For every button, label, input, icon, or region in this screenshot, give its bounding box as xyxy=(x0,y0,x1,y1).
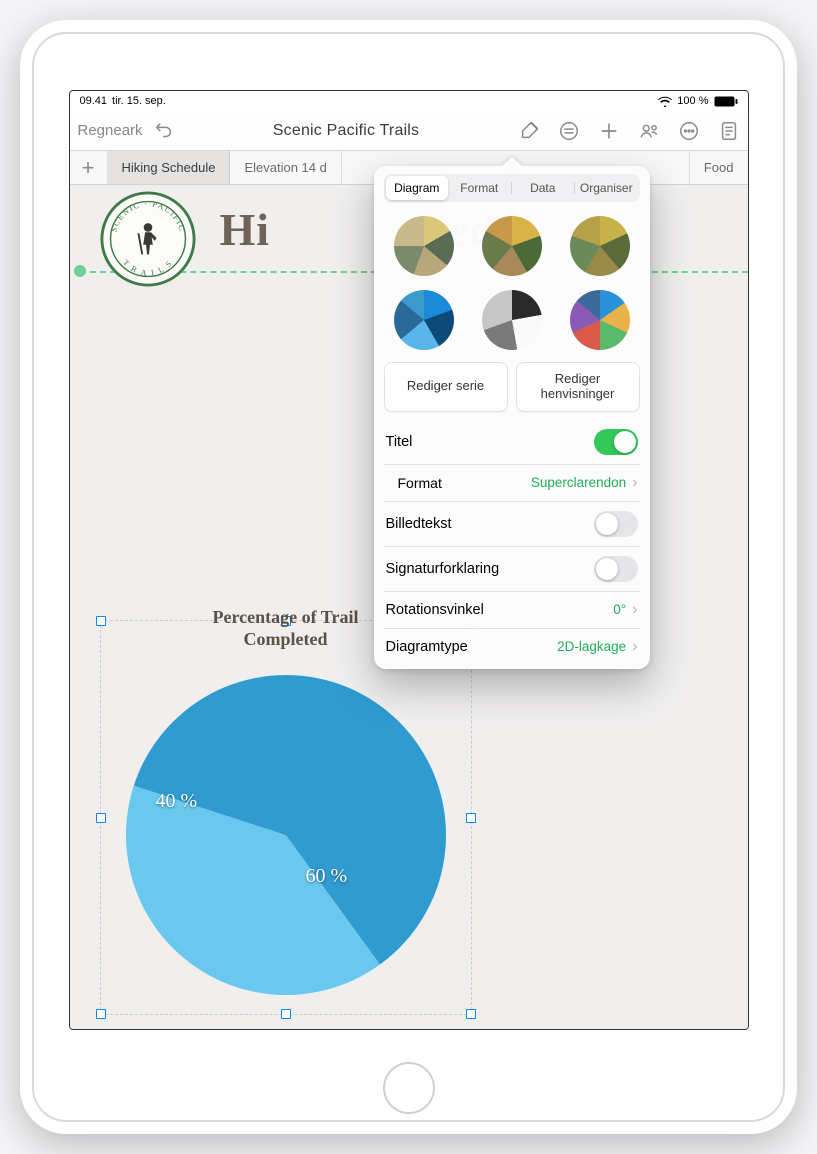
popover-arrow xyxy=(501,157,523,167)
chart-title: Percentage of Trail Completed xyxy=(186,607,386,650)
segment-diagram[interactable]: Diagram xyxy=(386,176,449,200)
undo-icon[interactable] xyxy=(153,120,175,142)
segment-organiser[interactable]: Organiser xyxy=(575,176,638,200)
chevron-right-icon: › xyxy=(632,638,637,656)
chevron-right-icon: › xyxy=(632,474,637,492)
pie-slice-label-1: 60 % xyxy=(306,865,348,888)
segment-format[interactable]: Format xyxy=(448,176,511,200)
pie-body[interactable]: 40 % 60 % xyxy=(126,675,446,995)
document-title[interactable]: Scenic Pacific Trails xyxy=(183,122,510,140)
resize-handle[interactable] xyxy=(466,813,476,823)
chevron-right-icon: › xyxy=(632,601,637,619)
row-charttype-label: Diagramtype xyxy=(386,639,468,655)
caption-switch[interactable] xyxy=(594,511,638,537)
row-caption-label: Billedtekst xyxy=(386,516,452,532)
chart-style-5[interactable] xyxy=(482,290,542,350)
legend-switch[interactable] xyxy=(594,556,638,582)
add-sheet-button[interactable]: + xyxy=(70,151,108,184)
trail-logo: SCENIC · PACIFIC T R A I L S xyxy=(100,191,196,287)
row-rotation[interactable]: Rotationsvinkel 0° › xyxy=(384,591,640,628)
edit-references-button[interactable]: Rediger henvisninger xyxy=(516,362,640,412)
diagram-settings-list: Titel Format Superclarendon › Billedteks… xyxy=(384,420,640,665)
row-format[interactable]: Format Superclarendon › xyxy=(384,464,640,501)
add-icon[interactable] xyxy=(598,120,620,142)
sheet-tab-2[interactable]: Food xyxy=(689,151,748,184)
app-toolbar: Regneark Scenic Pacific Trails xyxy=(70,111,748,151)
alignment-guide-handle[interactable] xyxy=(74,265,86,277)
battery-icon xyxy=(714,96,738,107)
segment-data[interactable]: Data xyxy=(512,176,575,200)
row-rotation-value: 0° xyxy=(613,602,626,617)
row-charttype-value: 2D-lagkage xyxy=(557,639,626,654)
pie-chart[interactable]: Percentage of Trail Completed 40 % 60 % xyxy=(106,655,466,1015)
row-rotation-label: Rotationsvinkel xyxy=(386,602,484,618)
battery-pct: 100 % xyxy=(677,95,708,107)
row-legend: Signaturforklaring xyxy=(384,546,640,591)
resize-handle[interactable] xyxy=(466,1009,476,1019)
row-format-value: Superclarendon xyxy=(531,475,626,490)
chart-style-3[interactable] xyxy=(570,216,630,276)
status-time: 09.41 xyxy=(80,95,108,107)
ipad-device-frame: 09.41 tir. 15. sep. 100 % Regneark xyxy=(20,20,797,1134)
chart-style-grid xyxy=(384,212,640,360)
pie-slice-label-0: 40 % xyxy=(156,790,198,813)
row-caption: Billedtekst xyxy=(384,501,640,546)
screen: 09.41 tir. 15. sep. 100 % Regneark xyxy=(69,90,749,1030)
collaborate-icon[interactable] xyxy=(638,120,660,142)
chart-style-6[interactable] xyxy=(570,290,630,350)
row-legend-label: Signaturforklaring xyxy=(386,561,500,577)
document-icon[interactable] xyxy=(718,120,740,142)
row-format-label: Format xyxy=(398,475,442,491)
title-switch[interactable] xyxy=(594,429,638,455)
row-title-label: Titel xyxy=(386,434,413,450)
row-charttype[interactable]: Diagramtype 2D-lagkage › xyxy=(384,628,640,665)
edit-series-button[interactable]: Rediger serie xyxy=(384,362,508,412)
chart-style-2[interactable] xyxy=(482,216,542,276)
format-brush-icon[interactable] xyxy=(518,120,540,142)
chart-style-4[interactable] xyxy=(394,290,454,350)
status-date: tir. 15. sep. xyxy=(112,95,166,107)
back-button[interactable]: Regneark xyxy=(78,122,143,139)
home-button[interactable] xyxy=(383,1062,435,1114)
sheet-tab-0[interactable]: Hiking Schedule xyxy=(108,151,231,184)
status-bar: 09.41 tir. 15. sep. 100 % xyxy=(70,91,748,111)
resize-handle[interactable] xyxy=(96,1009,106,1019)
heading-part-1: Hi xyxy=(220,204,271,255)
format-popover: Diagram Format Data Organiser Rediger se… xyxy=(374,166,650,669)
chart-style-1[interactable] xyxy=(394,216,454,276)
more-icon[interactable] xyxy=(678,120,700,142)
popover-segmented-control[interactable]: Diagram Format Data Organiser xyxy=(384,174,640,202)
row-title: Titel xyxy=(384,420,640,464)
resize-handle[interactable] xyxy=(96,616,106,626)
resize-handle[interactable] xyxy=(96,813,106,823)
wifi-icon xyxy=(658,96,672,107)
sheet-tab-1[interactable]: Elevation 14 d xyxy=(230,151,341,184)
inspectors-icon[interactable] xyxy=(558,120,580,142)
